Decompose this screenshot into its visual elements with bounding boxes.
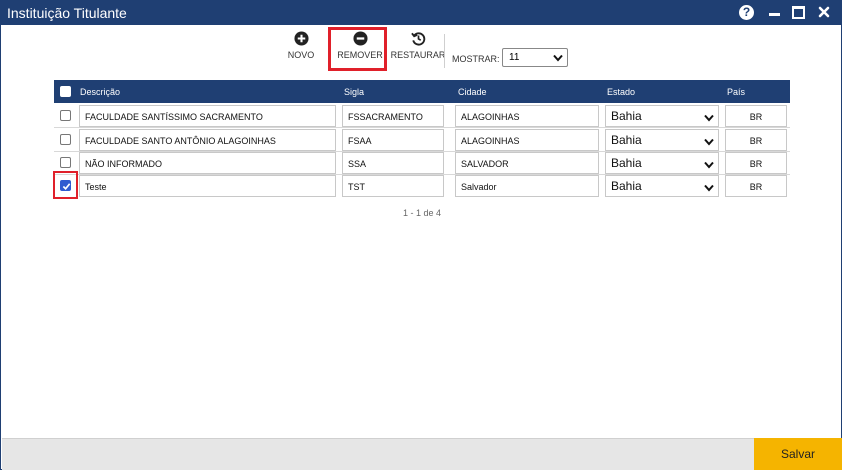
window-title: Instituição Titulante xyxy=(7,5,127,21)
footer-bar xyxy=(2,438,842,470)
table-header: Descrição Sigla Cidade Estado País xyxy=(54,80,790,103)
help-glyph: ? xyxy=(739,5,754,20)
descricao-field[interactable]: Teste xyxy=(79,175,336,197)
estado-select[interactable]: Bahia xyxy=(605,105,719,127)
page-size-value: 11 xyxy=(509,52,520,63)
col-header-estado: Estado xyxy=(607,87,636,97)
descricao-field[interactable]: FACULDADE SANTO ANTÔNIO ALAGOINHAS xyxy=(79,129,336,151)
sigla-field[interactable]: TST xyxy=(342,175,444,197)
cidade-field[interactable]: ALAGOINHAS xyxy=(455,129,599,151)
chevron-down-icon xyxy=(553,54,563,62)
descricao-field[interactable]: NÃO INFORMADO xyxy=(79,152,336,174)
estado-value: Bahia xyxy=(611,133,642,147)
table-row: FACULDADE SANTO ANTÔNIO ALAGOINHAS FSAA … xyxy=(54,128,790,152)
table-row: FACULDADE SANTÍSSIMO SACRAMENTO FSSACRAM… xyxy=(54,104,790,128)
restaurar-label: RESTAURAR xyxy=(390,50,446,60)
pais-field[interactable]: BR xyxy=(725,129,787,151)
close-icon[interactable] xyxy=(817,5,833,21)
row-checkbox[interactable] xyxy=(60,134,71,145)
col-header-sigla: Sigla xyxy=(344,87,365,97)
title-bar: Instituição Titulante ? xyxy=(1,1,841,25)
pais-field[interactable]: BR xyxy=(725,105,787,127)
pais-field[interactable]: BR xyxy=(725,175,787,197)
dialog-window: Instituição Titulante ? NOVO REMOVER RES… xyxy=(0,0,842,470)
estado-value: Bahia xyxy=(611,109,642,123)
novo-label: NOVO xyxy=(287,50,315,60)
sigla-field[interactable]: FSSACRAMENTO xyxy=(342,105,444,127)
sigla-field[interactable]: FSAA xyxy=(342,129,444,151)
estado-value: Bahia xyxy=(611,179,642,193)
sigla-field[interactable]: SSA xyxy=(342,152,444,174)
save-button[interactable]: Salvar xyxy=(754,438,842,470)
row-checkbox[interactable] xyxy=(60,157,71,168)
cidade-field[interactable]: Salvador xyxy=(455,175,599,197)
page-size-select[interactable]: 11 xyxy=(502,48,568,67)
remover-highlight xyxy=(328,27,387,71)
table-row: Teste TST Salvador Bahia BR xyxy=(54,174,790,198)
restaurar-button[interactable]: RESTAURAR xyxy=(390,31,446,60)
descricao-field[interactable]: FACULDADE SANTÍSSIMO SACRAMENTO xyxy=(79,105,336,127)
chevron-down-icon xyxy=(704,114,714,122)
chevron-down-icon xyxy=(704,184,714,192)
toolbar-divider xyxy=(444,34,445,68)
mostrar-label: MOSTRAR: xyxy=(452,54,500,64)
estado-value: Bahia xyxy=(611,156,642,170)
table-row: NÃO INFORMADO SSA SALVADOR Bahia BR xyxy=(54,151,790,175)
col-header-descricao: Descrição xyxy=(80,87,121,97)
select-all-checkbox[interactable] xyxy=(60,86,71,97)
row-checkbox[interactable] xyxy=(60,110,71,121)
maximize-icon[interactable] xyxy=(791,5,807,21)
estado-select[interactable]: Bahia xyxy=(605,129,719,151)
chevron-down-icon xyxy=(704,161,714,169)
plus-circle-icon xyxy=(293,31,309,46)
col-header-cidade: Cidade xyxy=(458,87,487,97)
cidade-field[interactable]: SALVADOR xyxy=(455,152,599,174)
col-header-pais: País xyxy=(727,87,746,97)
cidade-field[interactable]: ALAGOINHAS xyxy=(455,105,599,127)
restore-history-icon xyxy=(410,32,425,46)
help-icon[interactable]: ? xyxy=(739,5,755,21)
estado-select[interactable]: Bahia xyxy=(605,152,719,174)
minimize-icon[interactable] xyxy=(767,5,783,21)
novo-button[interactable]: NOVO xyxy=(286,31,316,60)
estado-select[interactable]: Bahia xyxy=(605,175,719,197)
pais-field[interactable]: BR xyxy=(725,152,787,174)
checkbox-highlight xyxy=(53,171,78,199)
pagination-info: 1 - 1 de 4 xyxy=(402,208,442,218)
chevron-down-icon xyxy=(704,138,714,146)
